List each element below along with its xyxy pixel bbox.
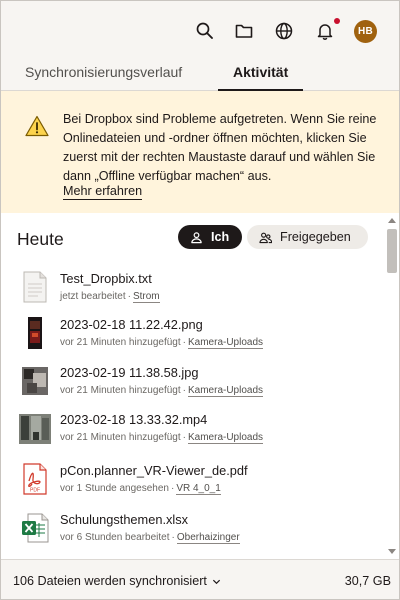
file-meta: vor 6 Stunden bearbeitet · Oberhaizinger [60, 532, 240, 544]
list-item[interactable]: Schulungsthemen.xlsx vor 6 Stunden bearb… [1, 512, 385, 556]
folder-link[interactable]: VR 4_0_1 [176, 483, 221, 495]
folder-link[interactable]: Kamera-Uploads [187, 432, 264, 444]
top-bar: HB [1, 1, 399, 61]
people-icon [259, 232, 272, 243]
tab-activity[interactable]: Aktivität [218, 64, 304, 91]
activity-list: Heute Ich Freigegeben Test_Dropbix.txt j… [1, 213, 399, 559]
file-name: 2023-02-18 11.22.42.png [60, 317, 203, 332]
pdf-file-icon: PDF [23, 463, 47, 495]
person-icon [191, 231, 202, 243]
filter-shared-label: Freigegeben [280, 230, 351, 244]
file-meta: vor 1 Stunde angesehen · VR 4_0_1 [60, 483, 221, 495]
section-heading: Heute [17, 229, 64, 249]
file-meta: vor 21 Minuten hinzugefügt · Kamera-Upload… [60, 432, 264, 444]
folder-link[interactable]: Strom [132, 291, 160, 303]
notification-dot [334, 18, 340, 24]
list-item[interactable]: 2023-02-19 11.38.58.jpg vor 21 Minuten h… [1, 365, 385, 409]
file-name: 2023-02-18 13.33.32.mp4 [60, 412, 208, 427]
avatar[interactable]: HB [354, 20, 377, 43]
image-thumbnail [28, 317, 42, 349]
folder-link[interactable]: Kamera-Uploads [187, 337, 264, 349]
list-item[interactable]: Test_Dropbix.txt jetzt bearbeitet · Strom [1, 271, 385, 315]
folder-link[interactable]: Oberhaizinger [176, 532, 240, 544]
status-footer: 106 Dateien werden synchronisiert 30,7 G… [1, 559, 399, 599]
file-meta: vor 21 Minuten hinzugefügt · Kamera-Upload… [60, 385, 264, 397]
storage-size: 30,7 GB [344, 574, 391, 588]
scroll-up-arrow[interactable] [388, 218, 396, 223]
image-thumbnail [22, 367, 48, 395]
tab-bar: Synchronisierungsverlauf Aktivität [1, 61, 399, 91]
learn-more-link[interactable]: Mehr erfahren [63, 184, 143, 200]
list-item[interactable]: 2023-02-18 11.22.42.png vor 21 Minuten h… [1, 317, 385, 361]
globe-icon[interactable] [272, 19, 296, 43]
file-name: 2023-02-19 11.38.58.jpg [60, 365, 199, 380]
file-name: pCon.planner_VR-Viewer_de.pdf [60, 463, 248, 478]
video-thumbnail [19, 414, 51, 444]
text-file-icon [23, 271, 47, 303]
sync-status-text: 106 Dateien werden synchronisiert [13, 574, 207, 588]
file-meta: vor 21 Minuten hinzugefügt · Kamera-Upload… [60, 337, 264, 349]
filter-me-button[interactable]: Ich [178, 225, 242, 249]
tab-sync-history[interactable]: Synchronisierungsverlauf [25, 64, 182, 91]
scrollbar-thumb[interactable] [387, 229, 397, 273]
warning-banner: Bei Dropbox sind Probleme aufgetreten. W… [1, 91, 399, 213]
warning-icon [25, 115, 49, 137]
file-meta: jetzt bearbeitet · Strom [60, 291, 160, 303]
filter-me-label: Ich [211, 230, 230, 244]
banner-message: Bei Dropbox sind Probleme aufgetreten. W… [63, 112, 377, 183]
file-name: Schulungsthemen.xlsx [60, 512, 189, 527]
sync-status-button[interactable]: 106 Dateien werden synchronisiert [13, 574, 221, 588]
list-item[interactable]: 2023-02-18 13.33.32.mp4 vor 21 Minuten h… [1, 412, 385, 456]
svg-text:PDF: PDF [30, 488, 40, 494]
filter-shared-button[interactable]: Freigegeben [247, 225, 368, 249]
search-icon[interactable] [193, 19, 217, 43]
list-item[interactable]: PDF pCon.planner_VR-Viewer_de.pdf vor 1 … [1, 463, 385, 507]
folder-link[interactable]: Kamera-Uploads [187, 385, 264, 397]
scroll-down-arrow[interactable] [388, 549, 396, 554]
folder-icon[interactable] [232, 19, 256, 43]
excel-file-icon [22, 513, 49, 543]
chevron-down-icon [213, 579, 221, 585]
file-name: Test_Dropbix.txt [60, 271, 152, 286]
bell-icon[interactable] [313, 19, 337, 43]
